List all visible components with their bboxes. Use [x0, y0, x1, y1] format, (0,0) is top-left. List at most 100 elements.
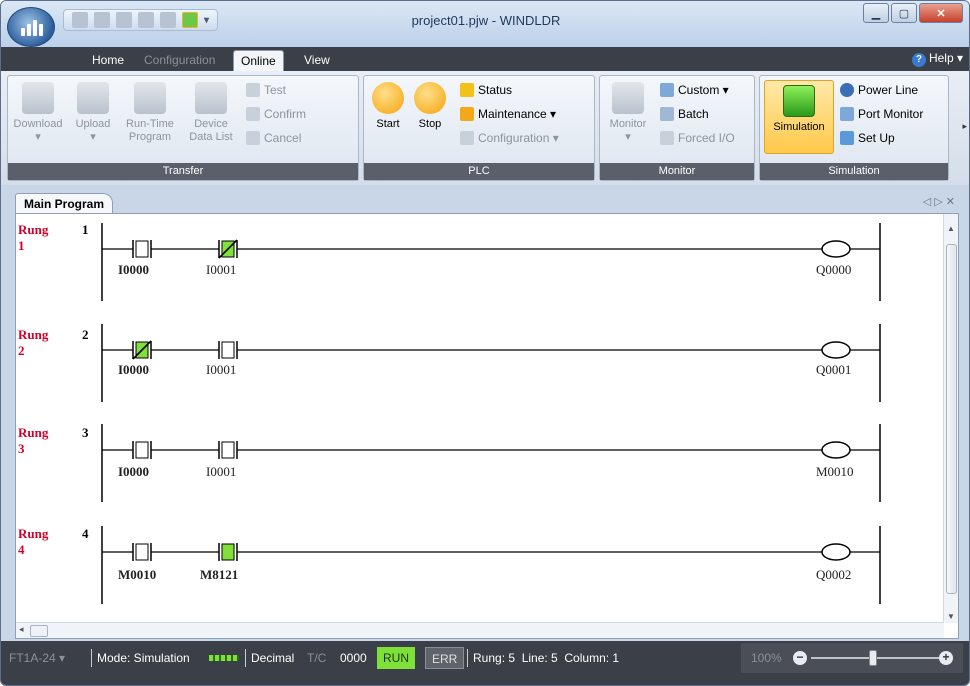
ribbon: Download ▾ Upload ▾ Run-Time Program Devic… — [1, 71, 969, 185]
status-button[interactable]: Status — [460, 80, 512, 100]
download-button[interactable]: Download ▾ — [10, 82, 66, 144]
horizontal-scrollbar[interactable]: ◂ — [16, 622, 944, 638]
port-monitor-button[interactable]: Port Monitor — [840, 104, 923, 124]
rung-1-contact-2-operand: I0001 — [206, 262, 237, 277]
power-line-button[interactable]: Power Line — [840, 80, 918, 100]
tab-configuration[interactable]: Configuration — [137, 50, 222, 71]
zoom-slider-thumb[interactable] — [869, 650, 877, 666]
rung-4-coil-operand: Q0002 — [816, 567, 852, 582]
ladder-editor[interactable]: Rung 1 1 I0000 I0001 Q0000 Rung 2 2 I0000 … — [15, 213, 959, 639]
table-icon — [660, 83, 674, 97]
rung-4-contact-2-state — [221, 543, 235, 561]
plc-type[interactable]: FT1A-24 ▾ — [9, 649, 65, 667]
rung-3-coil-operand: M0010 — [816, 464, 854, 479]
confirm-button[interactable]: Confirm — [246, 104, 306, 124]
horizontal-scroll-thumb[interactable] — [30, 625, 48, 637]
transfer-group-label: Transfer — [8, 163, 358, 180]
mode-text: Mode: Simulation — [97, 651, 190, 665]
tab-view[interactable]: View — [297, 50, 337, 71]
run-indicator: RUN — [377, 647, 415, 669]
test-icon — [246, 83, 260, 97]
rung-3-number: 3 — [82, 425, 89, 440]
vertical-scroll-thumb[interactable] — [946, 244, 957, 594]
vertical-scrollbar[interactable]: ▲ ▼ — [943, 214, 958, 623]
next-doc-icon[interactable]: ▷ — [934, 196, 942, 208]
rung-1-coil-operand: Q0000 — [816, 262, 852, 277]
tab-main-program[interactable]: Main Program — [15, 193, 114, 213]
monitor-button[interactable]: Monitor ▾ — [604, 82, 652, 144]
plc-group: Start Stop Status Maintenance ▾ Configur… — [363, 75, 595, 181]
rung-2-contact-2-state — [221, 341, 235, 359]
scroll-left-icon[interactable]: ◂ — [19, 624, 24, 635]
runtime-program-icon — [134, 82, 166, 114]
confirm-icon — [246, 107, 260, 121]
stop-icon — [414, 82, 446, 114]
batch-button[interactable]: Batch — [660, 104, 709, 124]
help-icon: ? — [911, 53, 926, 67]
rung-3-coil — [821, 441, 851, 459]
rung-1-number: 1 — [82, 222, 89, 237]
rung-4-contact-1-operand: M0010 — [118, 567, 157, 582]
title-bar: ▾ project01.pjw - WINDLDR ▁ ▢ ✕ — [1, 1, 969, 47]
rung-4-coil — [821, 543, 851, 561]
rung-3-contact-1-state — [135, 441, 149, 459]
cancel-button[interactable]: Cancel — [246, 128, 301, 148]
scroll-down-icon[interactable]: ▼ — [947, 612, 955, 621]
maintenance-button[interactable]: Maintenance ▾ — [460, 104, 556, 124]
tab-home[interactable]: Home — [85, 50, 131, 71]
zoom-out-icon[interactable]: − — [793, 651, 807, 665]
rung-2-number: 2 — [82, 327, 89, 342]
ribbon-scroll-right-icon[interactable]: ▸ — [962, 121, 967, 132]
custom-button[interactable]: Custom ▾ — [660, 80, 729, 100]
simulation-button[interactable]: Simulation — [764, 80, 834, 154]
test-button[interactable]: Test — [246, 80, 286, 100]
status-bar: FT1A-24 ▾ Mode: Simulation Decimal T/C 0… — [1, 641, 969, 685]
app-logo-icon — [21, 20, 43, 36]
device-data-list-icon — [195, 82, 227, 114]
power-line-icon — [840, 83, 854, 97]
monitor-group: Monitor ▾ Custom ▾ Batch Forced I/O Monit… — [599, 75, 755, 181]
transfer-group: Download ▾ Upload ▾ Run-Time Program Devic… — [7, 75, 359, 181]
plc-configuration-button[interactable]: Configuration ▾ — [460, 128, 559, 148]
rung-3-contact-2-state — [221, 441, 235, 459]
rung-2-contact-2-operand: I0001 — [206, 362, 237, 377]
simulation-icon — [783, 85, 815, 117]
download-icon — [22, 82, 54, 114]
rung-1-contact-1-state — [135, 240, 149, 258]
rung-2-coil — [821, 341, 851, 359]
tc-value: 0000 — [340, 651, 367, 665]
simulation-group: Simulation Power Line Port Monitor Set U… — [759, 75, 949, 181]
help-menu[interactable]: ? Help ▾ — [911, 51, 963, 67]
upload-button[interactable]: Upload ▾ — [68, 82, 118, 144]
ladder-diagram — [101, 223, 881, 604]
close-button[interactable]: ✕ — [919, 3, 963, 23]
runtime-program-button[interactable]: Run-Time Program — [120, 82, 180, 144]
maximize-button[interactable]: ▢ — [891, 3, 917, 23]
err-indicator: ERR — [425, 647, 465, 669]
rung-2-label: Rung 2 — [18, 327, 49, 358]
zoom-level[interactable]: 100% — [751, 649, 782, 667]
close-doc-icon[interactable]: ✕ — [946, 196, 955, 208]
zoom-in-icon[interactable]: + — [939, 651, 953, 665]
rung-4-contact-2-operand: M8121 — [200, 567, 239, 582]
forced-io-button[interactable]: Forced I/O — [660, 128, 735, 148]
tab-online[interactable]: Online — [233, 50, 284, 71]
tc-label: T/C — [307, 651, 327, 665]
minimize-button[interactable]: ▁ — [863, 3, 889, 23]
cancel-icon — [246, 131, 260, 145]
set-up-button[interactable]: Set Up — [840, 128, 895, 148]
warning-icon — [460, 107, 474, 121]
stop-button[interactable]: Stop — [412, 82, 448, 131]
start-button[interactable]: Start — [370, 82, 406, 131]
cursor-position: Rung: 5 Line: 5 Column: 1 — [473, 651, 620, 665]
rungs-layer — [101, 223, 881, 604]
scroll-up-icon[interactable]: ▲ — [947, 224, 955, 233]
application-menu-button[interactable] — [7, 7, 55, 47]
set-up-icon — [840, 131, 854, 145]
device-data-list-button[interactable]: Device Data List — [182, 82, 240, 144]
simulation-group-label: Simulation — [760, 163, 948, 180]
rung-1-label: Rung 1 — [18, 222, 49, 253]
prev-doc-icon[interactable]: ◁ — [923, 196, 931, 208]
rung-2-contact-1-operand: I0000 — [118, 362, 150, 377]
port-monitor-icon — [840, 107, 854, 121]
